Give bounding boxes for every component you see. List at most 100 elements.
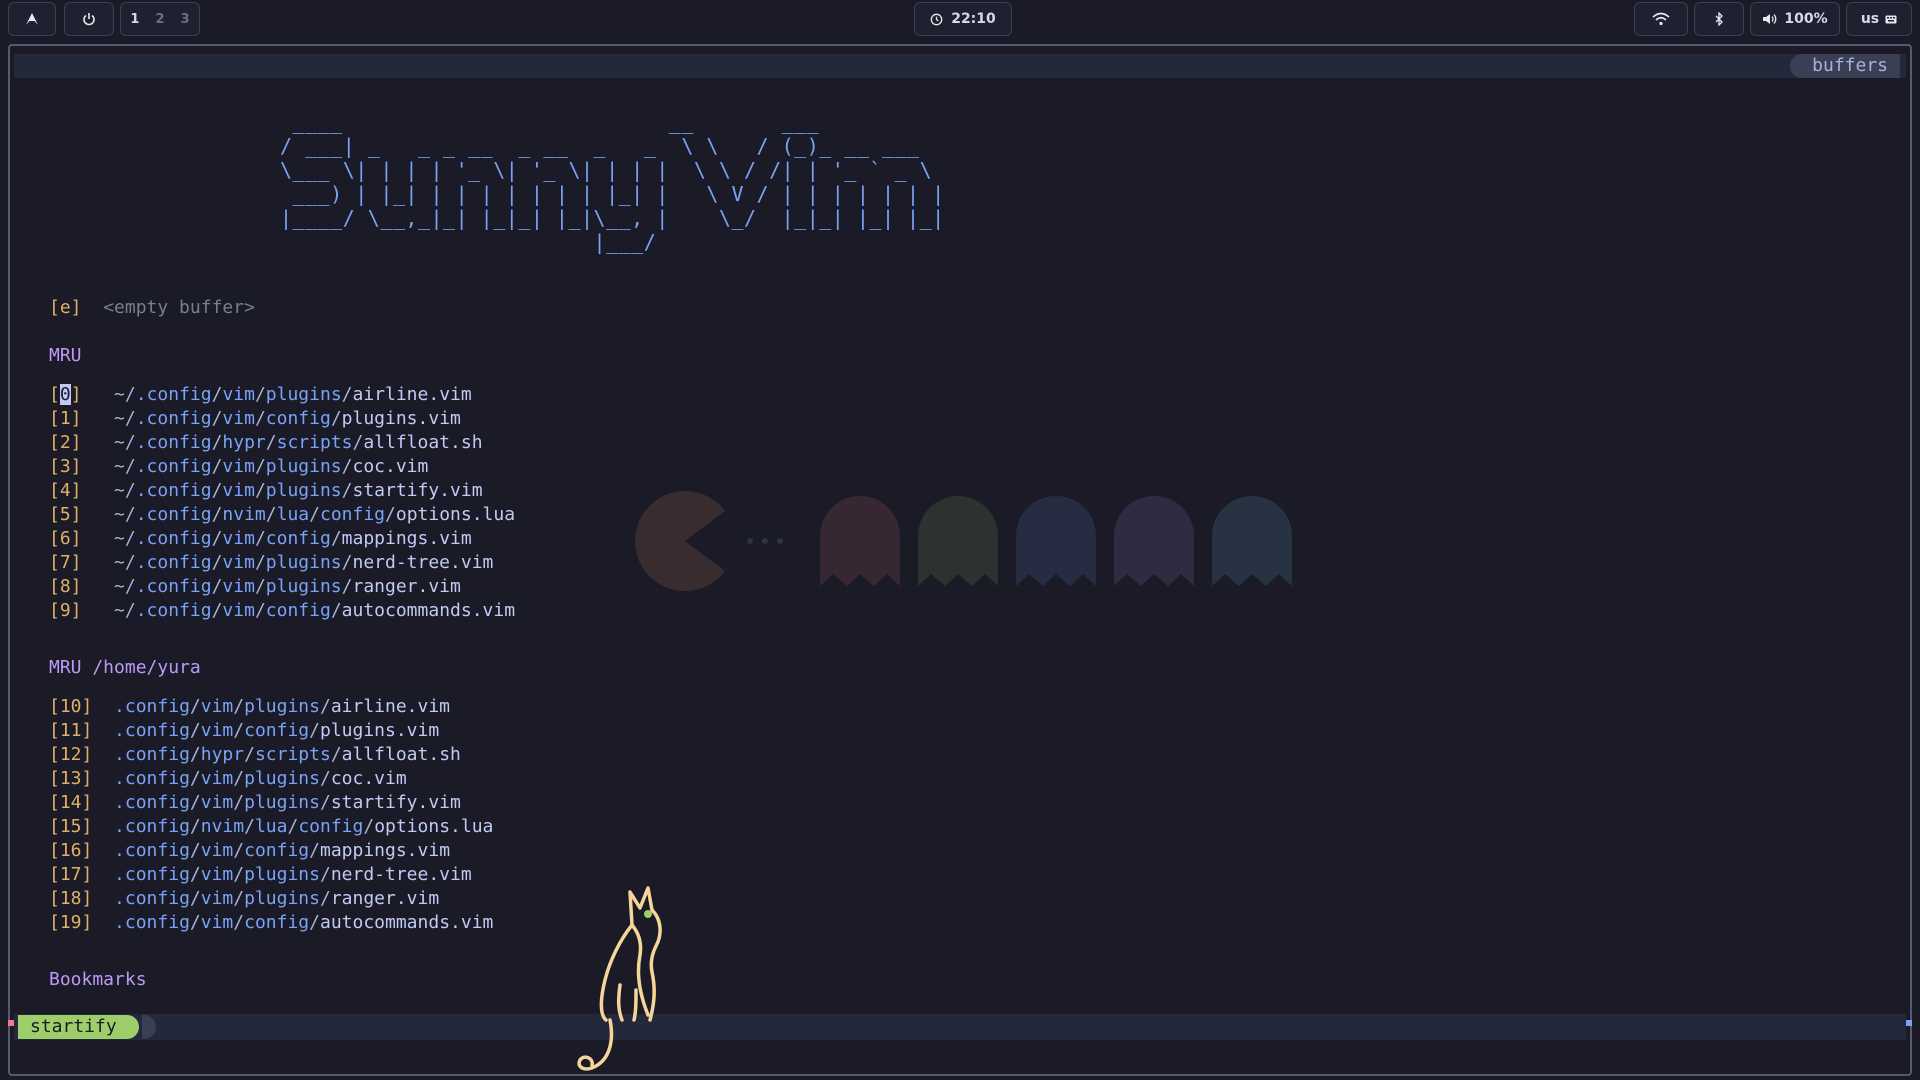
file-path: .config/vim/plugins/nerd-tree.vim (114, 864, 472, 885)
list-item[interactable]: [15] .config/nvim/lua/config/options.lua (49, 815, 493, 839)
file-path: .config/vim/plugins/coc.vim (114, 768, 407, 789)
entry-index: [7] (49, 552, 82, 573)
wifi-icon (1652, 12, 1670, 26)
entry-index: [19] (49, 912, 93, 933)
terminal-window[interactable]: buffers ____ __ ___ / ___| _ _ _ __ _ __… (8, 44, 1912, 1076)
path-directory: config (265, 408, 331, 429)
file-name: nerd-tree.vim (330, 864, 472, 885)
path-directory: config (244, 720, 310, 741)
path-directory: .config (114, 744, 190, 765)
file-name: plugins.vim (319, 720, 440, 741)
list-item[interactable]: [0] ~/.config/vim/plugins/airline.vim (49, 383, 472, 407)
list-item[interactable]: [16] .config/vim/config/mappings.vim (49, 839, 450, 863)
path-directory: config (265, 528, 331, 549)
path-directory: plugins (265, 552, 342, 573)
empty-buffer-entry[interactable]: [e] <empty buffer> (49, 296, 255, 320)
file-path: ~/.config/vim/plugins/ranger.vim (114, 576, 461, 597)
path-directory: vim (200, 912, 234, 933)
path-directory: vim (200, 768, 234, 789)
file-path: .config/vim/plugins/ranger.vim (114, 888, 440, 909)
path-directory: .config (114, 912, 190, 933)
file-path: .config/vim/config/plugins.vim (114, 720, 440, 741)
path-directory: .config (114, 720, 190, 741)
keyboard-layout-widget[interactable]: us (1846, 2, 1912, 36)
entry-index: [14] (49, 792, 93, 813)
entry-index: [e] (49, 297, 82, 318)
list-item[interactable]: [3] ~/.config/vim/plugins/coc.vim (49, 455, 428, 479)
list-item[interactable]: [9] ~/.config/vim/config/autocommands.vi… (49, 599, 515, 623)
path-directory: .config (114, 696, 190, 717)
list-item[interactable]: [6] ~/.config/vim/config/mappings.vim (49, 527, 472, 551)
path-directory: config (244, 840, 310, 861)
path-directory: plugins (244, 864, 320, 885)
power-button[interactable] (64, 2, 114, 36)
section-header-mru-cwd: MRU /home/yura (49, 657, 201, 678)
section-header-mru: MRU (49, 345, 82, 366)
path-directory: hypr (222, 432, 266, 453)
list-item[interactable]: [7] ~/.config/vim/plugins/nerd-tree.vim (49, 551, 493, 575)
file-path: .config/vim/config/mappings.vim (114, 840, 451, 861)
list-item[interactable]: [13] .config/vim/plugins/coc.vim (49, 767, 407, 791)
left-edge-marker (8, 1020, 14, 1026)
workspace-2[interactable]: 2 (147, 12, 172, 27)
file-name: mappings.vim (319, 840, 451, 861)
path-directory: lua (276, 504, 310, 525)
bluetooth-widget[interactable] (1694, 2, 1744, 36)
list-item[interactable]: [10] .config/vim/plugins/airline.vim (49, 695, 450, 719)
list-item[interactable]: [5] ~/.config/nvim/lua/config/options.lu… (49, 503, 515, 527)
workspace-3[interactable]: 3 (173, 12, 198, 27)
launcher-button[interactable] (8, 2, 56, 36)
path-directory: hypr (200, 744, 245, 765)
buffers-tab[interactable]: buffers (1790, 54, 1900, 78)
wifi-widget[interactable] (1634, 2, 1688, 36)
path-directory: nvim (200, 816, 245, 837)
entry-index: [15] (49, 816, 93, 837)
path-directory: .config (135, 576, 212, 597)
path-directory: .config (114, 888, 190, 909)
list-item[interactable]: [14] .config/vim/plugins/startify.vim (49, 791, 461, 815)
workspace-1[interactable]: 1 (122, 12, 147, 27)
mode-separator (142, 1015, 156, 1039)
entry-index: [0] (49, 384, 82, 405)
keyboard-icon (1885, 15, 1897, 23)
path-directory: .config (135, 600, 212, 621)
file-name: autocommands.vim (319, 912, 494, 933)
entry-index: [13] (49, 768, 93, 789)
list-item[interactable]: [2] ~/.config/hypr/scripts/allfloat.sh (49, 431, 483, 455)
entry-index: [16] (49, 840, 93, 861)
clock-widget[interactable]: 22:10 (914, 2, 1012, 36)
list-item[interactable]: [4] ~/.config/vim/plugins/startify.vim (49, 479, 483, 503)
buffer-tabline: buffers (14, 54, 1906, 78)
volume-widget[interactable]: 100% (1750, 2, 1840, 36)
entry-index: [1] (49, 408, 82, 429)
path-directory: scripts (276, 432, 353, 453)
list-item[interactable]: [19] .config/vim/config/autocommands.vim (49, 911, 493, 935)
entry-index: [18] (49, 888, 93, 909)
entry-index: [2] (49, 432, 82, 453)
path-directory: vim (222, 552, 255, 573)
entry-index: [6] (49, 528, 82, 549)
path-directory: .config (135, 504, 212, 525)
path-directory: .config (114, 864, 190, 885)
list-item[interactable]: [1] ~/.config/vim/config/plugins.vim (49, 407, 461, 431)
file-path: ~/.config/nvim/lua/config/options.lua (114, 504, 516, 525)
file-name: ranger.vim (352, 576, 461, 597)
entry-index: [12] (49, 744, 93, 765)
list-item[interactable]: [17] .config/vim/plugins/nerd-tree.vim (49, 863, 472, 887)
list-item[interactable]: [18] .config/vim/plugins/ranger.vim (49, 887, 439, 911)
file-name: options.lua (395, 504, 516, 525)
volume-icon (1763, 14, 1777, 24)
list-item[interactable]: [11] .config/vim/config/plugins.vim (49, 719, 439, 743)
file-name: ranger.vim (330, 888, 440, 909)
file-path: ~/.config/vim/config/plugins.vim (114, 408, 461, 429)
file-name: allfloat.sh (363, 432, 483, 453)
list-item[interactable]: [12] .config/hypr/scripts/allfloat.sh (49, 743, 461, 767)
path-directory: vim (222, 480, 255, 501)
file-path: .config/vim/plugins/startify.vim (114, 792, 461, 813)
path-directory: vim (200, 888, 234, 909)
path-directory: vim (222, 528, 255, 549)
file-path: .config/vim/plugins/airline.vim (114, 696, 451, 717)
list-item[interactable]: [8] ~/.config/vim/plugins/ranger.vim (49, 575, 461, 599)
file-name: plugins.vim (341, 408, 461, 429)
file-name: allfloat.sh (341, 744, 461, 765)
